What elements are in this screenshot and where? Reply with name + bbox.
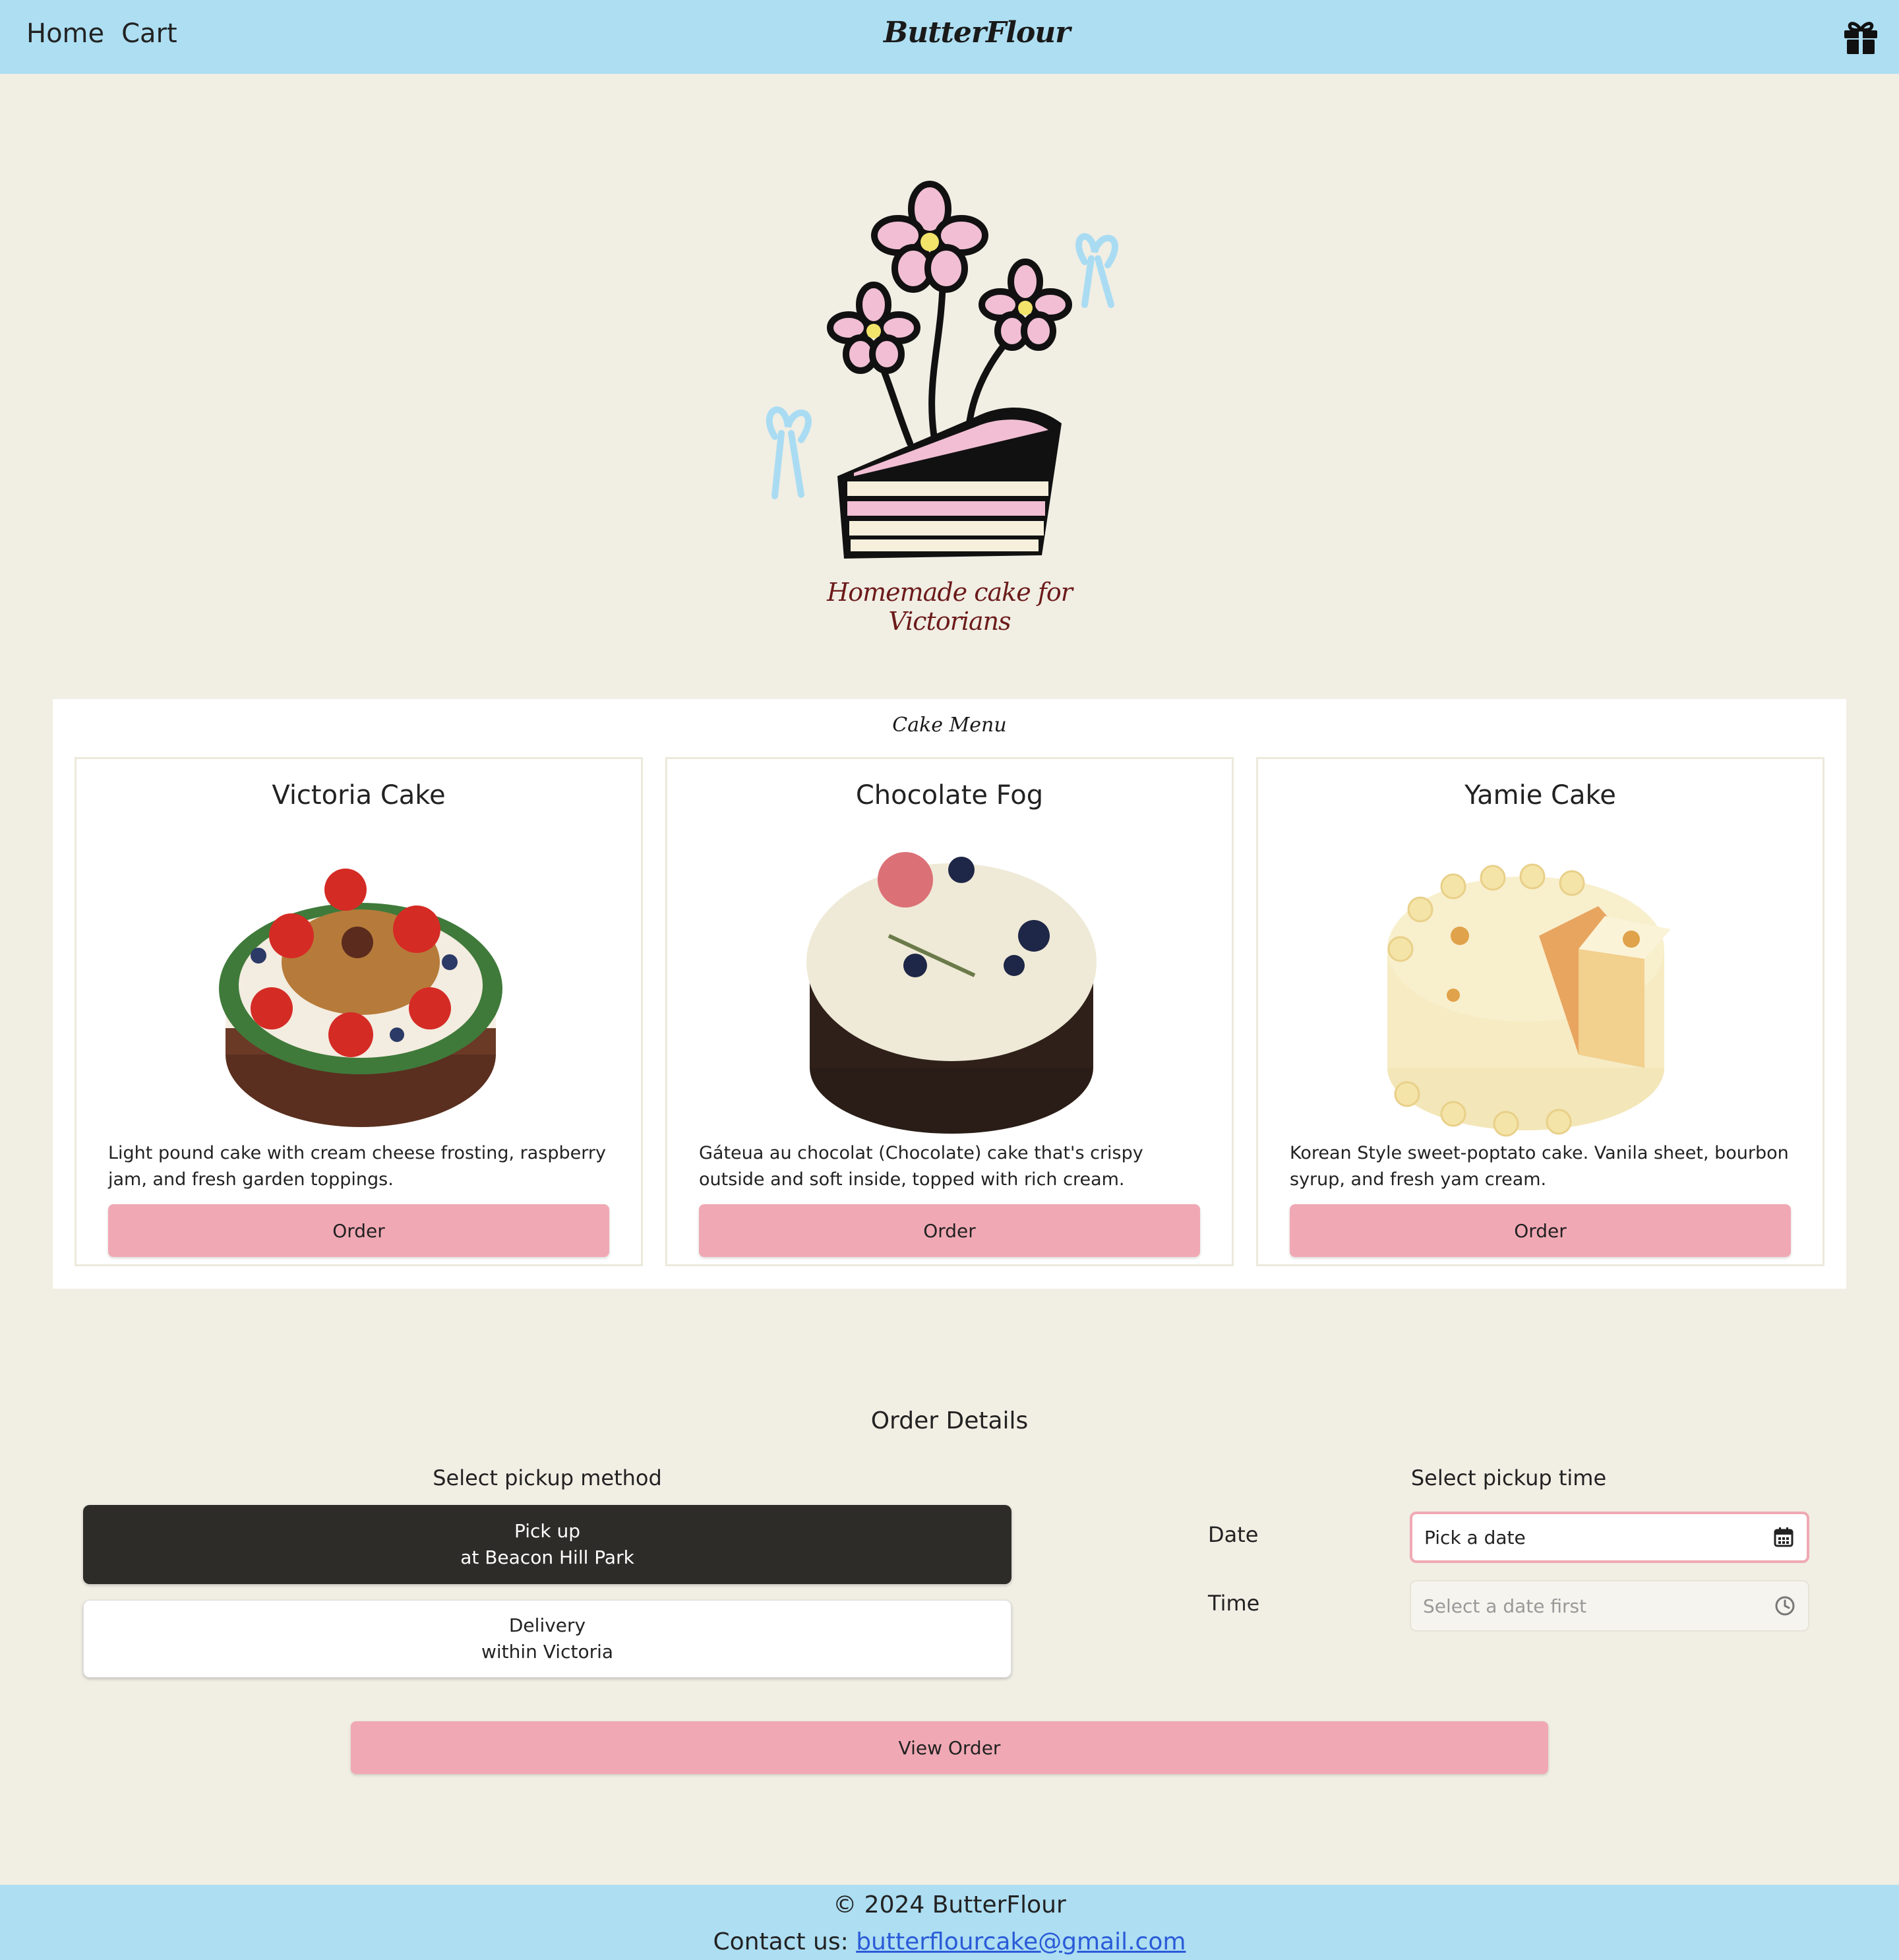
- delivery-option-sublabel: within Victoria: [481, 1641, 614, 1663]
- flower-top: [871, 181, 988, 293]
- order-yamie-button[interactable]: Order: [1290, 1204, 1791, 1257]
- order-chocolate-fog-button[interactable]: Order: [699, 1204, 1200, 1257]
- blue-bow-right: [1075, 233, 1118, 308]
- cake-card-chocolate-fog: Chocolate Fog Gáteua au chocolat (Chocol…: [665, 757, 1234, 1266]
- victoria-cake-image: [219, 869, 502, 1127]
- pickup-option-button[interactable]: Pick up at Beacon Hill Park: [83, 1505, 1011, 1584]
- flower-left: [827, 282, 920, 374]
- pickup-option-sublabel: at Beacon Hill Park: [460, 1547, 634, 1568]
- cake-card-description: Light pound cake with cream cheese frost…: [108, 1143, 606, 1190]
- time-label: Time: [1208, 1591, 1260, 1616]
- blue-bow-left: [766, 406, 812, 499]
- chocolate-fog-cake-image: [806, 852, 1097, 1134]
- pickup-method-title: Select pickup method: [433, 1465, 662, 1490]
- brand-logo[interactable]: ButterFlour: [884, 16, 1070, 55]
- date-label: Date: [1208, 1522, 1259, 1547]
- cake-slice: [837, 408, 1062, 559]
- view-order-button[interactable]: View Order: [351, 1721, 1548, 1774]
- cake-menu-section: Cake Menu Victoria Cake Light pound cake…: [53, 699, 1846, 1289]
- date-picker-input[interactable]: Pick a date: [1410, 1512, 1809, 1563]
- footer-copyright: © 2024 ButterFlour: [833, 1891, 1066, 1918]
- main-nav: Home Cart: [26, 18, 177, 49]
- flower-right: [979, 259, 1072, 351]
- time-picker-input[interactable]: Select a date first: [1410, 1580, 1809, 1632]
- yamie-cake-image: [1387, 863, 1671, 1137]
- contact-email-link[interactable]: butterflourcake@gmail.com: [856, 1928, 1186, 1955]
- time-picker-placeholder: Select a date first: [1423, 1595, 1587, 1617]
- site-header: Home Cart ButterFlour: [0, 0, 1899, 74]
- pickup-time-title: Select pickup time: [1410, 1465, 1607, 1490]
- nav-cart-link[interactable]: Cart: [121, 18, 177, 49]
- clock-icon: [1775, 1596, 1795, 1616]
- cake-card-yamie: Yamie Cake Korean Style sweet-poptato ca…: [1256, 757, 1824, 1266]
- site-footer: © 2024 ButterFlour Contact us: butterflo…: [0, 1885, 1899, 1960]
- delivery-option-label: Delivery: [508, 1614, 586, 1636]
- hero-cake-illustration: [766, 181, 1118, 559]
- nav-home-link[interactable]: Home: [26, 18, 104, 49]
- cake-card-description: Gáteua au chocolat (Chocolate) cake that…: [699, 1143, 1143, 1190]
- order-victoria-button[interactable]: Order: [108, 1204, 609, 1257]
- cake-menu-title: Cake Menu: [892, 714, 1007, 737]
- hero-tagline: Homemade cake for Victorians: [827, 578, 1073, 636]
- cake-card-victoria: Victoria Cake Light pound cake with crea…: [75, 757, 643, 1266]
- date-picker-value: Pick a date: [1424, 1526, 1526, 1548]
- delivery-option-button[interactable]: Delivery within Victoria: [83, 1600, 1011, 1678]
- footer-contact-label: Contact us:: [713, 1928, 857, 1955]
- cake-card-description: Korean Style sweet-poptato cake. Vanila …: [1290, 1143, 1789, 1190]
- gift-icon[interactable]: [1842, 20, 1879, 55]
- calendar-icon: [1774, 1527, 1794, 1547]
- cake-card-title: Yamie Cake: [1464, 780, 1616, 811]
- pickup-option-label: Pick up: [514, 1520, 581, 1542]
- cake-card-title: Chocolate Fog: [855, 780, 1044, 811]
- cake-card-title: Victoria Cake: [272, 780, 446, 811]
- order-details-title: Order Details: [870, 1407, 1029, 1434]
- footer-contact: Contact us: butterflourcake@gmail.com: [0, 1928, 1899, 1955]
